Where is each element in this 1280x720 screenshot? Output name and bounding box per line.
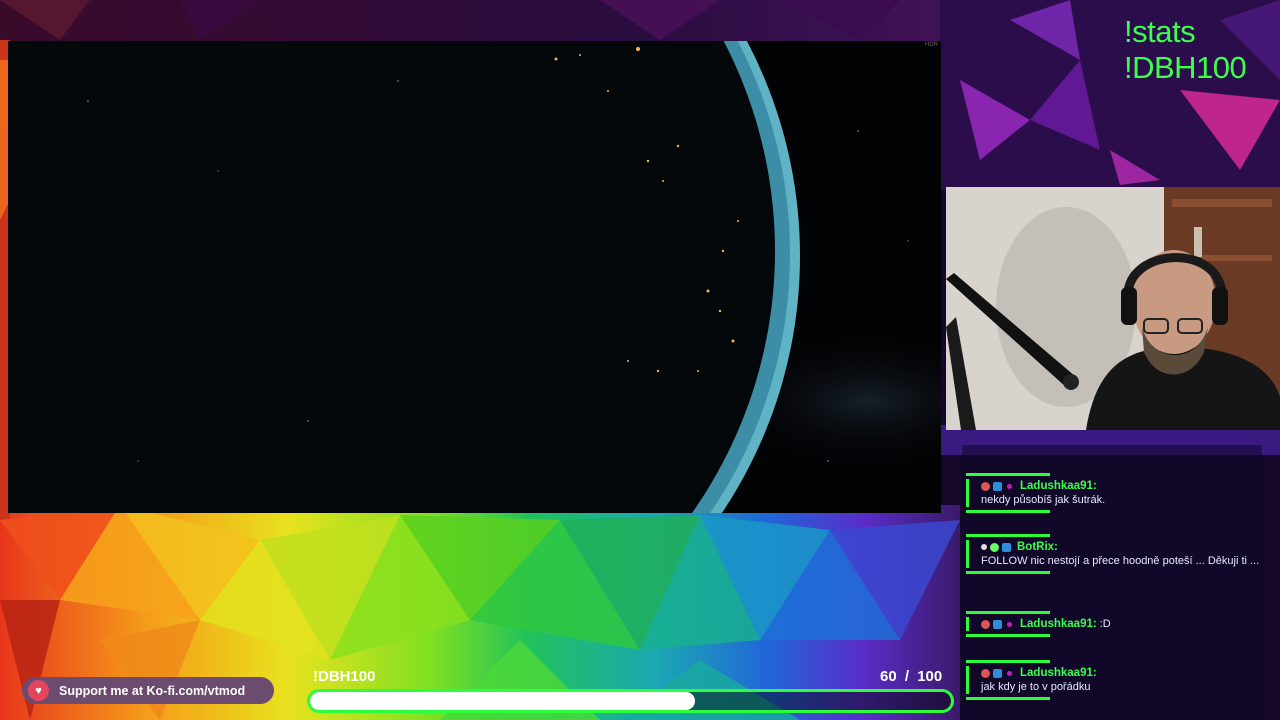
chat-username: Ladushkaa91:	[1020, 480, 1097, 492]
mod-badge-icon	[1002, 542, 1011, 552]
vip-badge-icon	[993, 619, 1002, 629]
game-capture: HDR	[8, 41, 941, 513]
chat-text: FOLLOW nic nestojí a přece hoodně poteší…	[981, 555, 1260, 567]
goal-progress-fill	[310, 692, 695, 710]
verified-badge-icon	[990, 542, 999, 552]
chat-message: Ladushkaa91: jak kdy je to v pořádku	[966, 660, 1261, 700]
chat-text: jak kdy je to v pořádku	[981, 681, 1091, 693]
vip-badge-icon	[993, 668, 1002, 678]
kofi-banner[interactable]: ♥ Support me at Ko-fi.com/vtmod	[22, 677, 274, 704]
sub-badge-icon	[981, 668, 990, 678]
chat-overlay: Ladushkaa91: nekdy působíš jak šutrák. B…	[962, 445, 1262, 720]
goal-progress-bar	[307, 689, 954, 713]
chat-message: Ladushkaa91: :D	[966, 611, 1261, 637]
chat-message: Ladushkaa91: nekdy působíš jak šutrák.	[966, 473, 1261, 513]
chat-text: nekdy působíš jak šutrák.	[981, 494, 1106, 506]
chat-text: :D	[1099, 618, 1111, 630]
goal-current: 60	[880, 668, 897, 685]
goal-label: !DBH100	[313, 668, 376, 685]
goal-count: 60 / 100	[880, 668, 942, 685]
goal-target: / 100	[904, 668, 943, 685]
chat-username: BotRix:	[1017, 541, 1058, 553]
hdr-label: HDR	[925, 42, 938, 48]
streamer-video	[946, 187, 1280, 430]
chat-username: Ladushkaa91:	[1020, 667, 1097, 679]
chat-message: BotRix: FOLLOW nic nestojí a přece hoodn…	[966, 534, 1261, 574]
sub-badge-icon	[981, 481, 990, 491]
vip-badge-icon	[993, 481, 1002, 491]
bot-badge-icon	[981, 544, 987, 550]
dot-badge-icon	[1007, 670, 1012, 676]
chat-username: Ladushkaa91:	[1020, 618, 1097, 630]
sub-badge-icon	[981, 619, 990, 629]
heart-cup-icon: ♥	[28, 680, 49, 701]
command-list: !stats !DBH100	[1124, 14, 1247, 86]
dot-badge-icon	[1007, 483, 1012, 489]
dot-badge-icon	[1007, 621, 1012, 627]
stats-command: !stats	[1124, 14, 1196, 49]
earth-scene	[8, 41, 941, 513]
webcam-feed	[946, 187, 1280, 430]
kofi-text: Support me at Ko-fi.com/vtmod	[59, 683, 246, 698]
dbh-command: !DBH100	[1124, 50, 1247, 85]
